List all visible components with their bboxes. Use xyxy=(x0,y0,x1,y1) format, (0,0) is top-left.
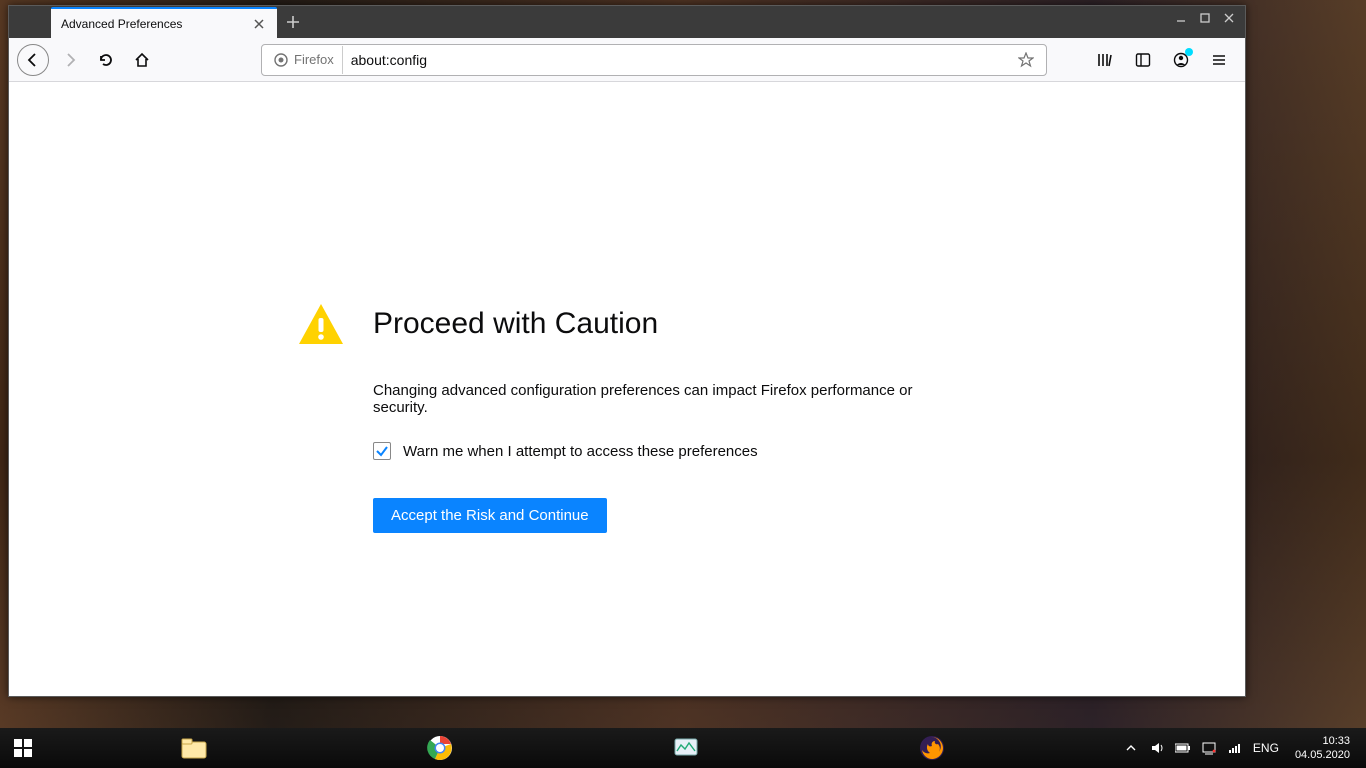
firefox-icon xyxy=(919,735,945,761)
firefox-logo-icon xyxy=(274,53,288,67)
page-content: Proceed with Caution Changing advanced c… xyxy=(9,82,1245,696)
battery-icon[interactable] xyxy=(1175,740,1191,756)
taskbar-item-explorer[interactable] xyxy=(166,728,222,768)
accept-risk-button[interactable]: Accept the Risk and Continue xyxy=(373,498,607,533)
monitor-icon xyxy=(673,737,699,759)
bookmark-star-icon[interactable] xyxy=(1018,52,1042,68)
url-text: about:config xyxy=(343,52,1018,68)
back-button[interactable] xyxy=(17,44,49,76)
system-tray: ENG 10:33 04.05.2020 xyxy=(1123,728,1366,768)
network-icon[interactable] xyxy=(1201,740,1217,756)
new-tab-button[interactable] xyxy=(277,6,309,38)
chrome-icon xyxy=(427,735,453,761)
warning-triangle-icon xyxy=(297,300,345,348)
notification-dot-icon xyxy=(1185,48,1193,56)
caution-container: Proceed with Caution Changing advanced c… xyxy=(297,300,957,533)
tray-expand-icon[interactable] xyxy=(1123,740,1139,756)
firefox-window: Advanced Preferences xyxy=(8,5,1246,697)
file-explorer-icon xyxy=(180,736,208,760)
taskbar-item-monitor[interactable] xyxy=(658,728,714,768)
taskbar-item-chrome[interactable] xyxy=(412,728,468,768)
windows-taskbar: ENG 10:33 04.05.2020 xyxy=(0,728,1366,768)
warn-checkbox-label: Warn me when I attempt to access these p… xyxy=(403,443,758,460)
close-window-button[interactable] xyxy=(1223,12,1237,24)
home-button[interactable] xyxy=(127,45,157,75)
tab-title: Advanced Preferences xyxy=(61,17,182,31)
language-indicator[interactable]: ENG xyxy=(1253,741,1279,755)
reload-button[interactable] xyxy=(91,45,121,75)
tab-active[interactable]: Advanced Preferences xyxy=(51,7,277,38)
clock-date: 04.05.2020 xyxy=(1295,748,1350,762)
account-icon[interactable] xyxy=(1167,46,1195,74)
taskbar-item-firefox[interactable] xyxy=(904,728,960,768)
menu-button[interactable] xyxy=(1205,46,1233,74)
sidebar-icon[interactable] xyxy=(1129,46,1157,74)
site-identity[interactable]: Firefox xyxy=(266,46,343,74)
library-icon[interactable] xyxy=(1091,46,1119,74)
identity-label: Firefox xyxy=(294,52,334,67)
wifi-icon[interactable] xyxy=(1227,740,1243,756)
nav-toolbar: Firefox about:config xyxy=(9,38,1245,82)
clock-time: 10:33 xyxy=(1322,734,1350,748)
start-button[interactable] xyxy=(0,728,46,768)
warn-checkbox-row[interactable]: Warn me when I attempt to access these p… xyxy=(373,442,957,460)
tab-close-icon[interactable] xyxy=(251,16,267,32)
warning-description: Changing advanced configuration preferen… xyxy=(373,382,957,416)
maximize-button[interactable] xyxy=(1199,12,1213,24)
window-controls xyxy=(1175,12,1237,24)
forward-button[interactable] xyxy=(55,45,85,75)
minimize-button[interactable] xyxy=(1175,12,1189,24)
address-bar[interactable]: Firefox about:config xyxy=(261,44,1047,76)
tab-strip: Advanced Preferences xyxy=(9,6,1245,38)
volume-icon[interactable] xyxy=(1149,740,1165,756)
page-title: Proceed with Caution xyxy=(373,307,658,341)
clock[interactable]: 10:33 04.05.2020 xyxy=(1289,734,1356,762)
checkmark-icon xyxy=(375,444,389,458)
warn-checkbox[interactable] xyxy=(373,442,391,460)
toolbar-right xyxy=(1091,46,1237,74)
